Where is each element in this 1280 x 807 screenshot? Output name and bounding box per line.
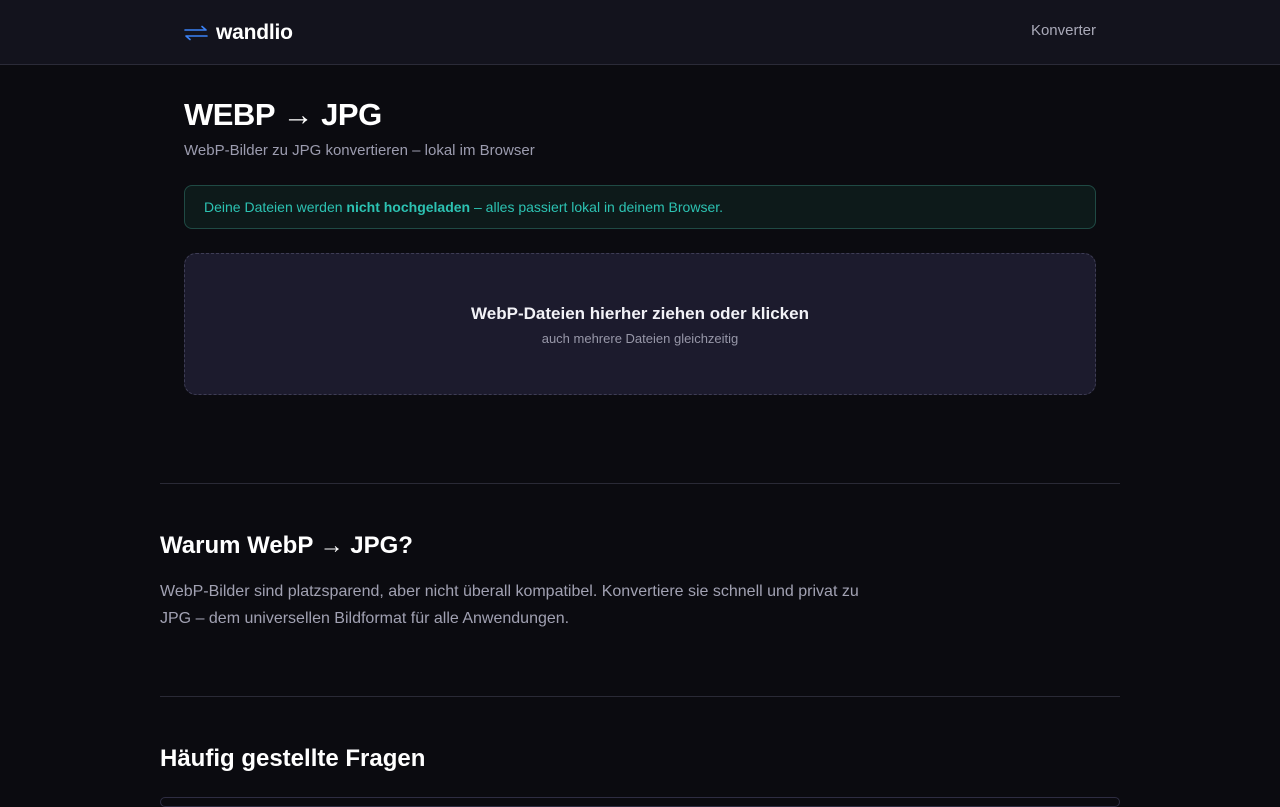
nav-link-konverter[interactable]: Konverter xyxy=(1031,22,1096,39)
section-divider xyxy=(160,483,1120,484)
privacy-notice-emphasis: nicht hochgeladen xyxy=(346,199,471,215)
why-section-text: WebP-Bilder sind platzsparend, aber nich… xyxy=(160,583,859,627)
dropzone-subtitle: auch mehrere Dateien gleichzeitig xyxy=(541,331,739,346)
privacy-notice-text-before: Deine Dateien werden xyxy=(204,199,343,215)
file-dropzone[interactable]: WebP-Dateien hierher ziehen oder klicken… xyxy=(184,253,1096,395)
section-divider xyxy=(160,696,1120,697)
faq-section-heading: Häufig gestellte Fragen xyxy=(160,745,426,772)
why-section-heading: Warum WebP → JPG? xyxy=(160,532,413,559)
faq-item-edge[interactable] xyxy=(160,797,1120,807)
privacy-notice: Deine Dateien werden nicht hochgeladen –… xyxy=(184,185,1096,229)
page-subtitle: WebP-Bilder zu JPG konvertieren – lokal … xyxy=(184,142,535,159)
brand-name: wandlio xyxy=(216,21,293,44)
page-title: WEBP → JPG xyxy=(184,97,382,132)
privacy-notice-text-after: – alles passiert lokal in deinem Browser… xyxy=(474,199,724,215)
top-navigation-bar: wandlio Konverter xyxy=(0,0,1280,65)
swap-arrows-icon xyxy=(184,25,208,41)
brand-logo-link[interactable]: wandlio xyxy=(184,20,293,46)
dropzone-title: WebP-Dateien hierher ziehen oder klicken xyxy=(471,304,809,323)
